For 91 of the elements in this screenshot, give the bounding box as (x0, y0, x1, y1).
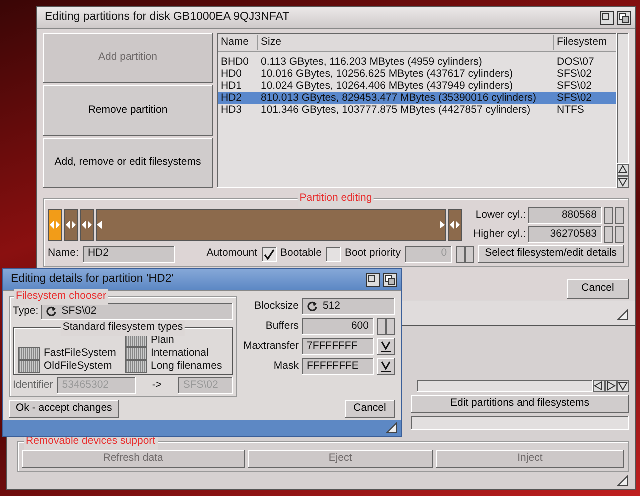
group-title: Filesystem chooser (14, 289, 108, 305)
filesystem-type-option[interactable]: Long filenames (125, 360, 228, 373)
column-header[interactable]: Size (258, 34, 554, 50)
checkbox-label: Bootable (280, 246, 322, 262)
partition-row[interactable]: HD3 101.346 GBytes, 103777.875 MBytes (4427857 cylinders) NTFS (218, 104, 616, 116)
name-field[interactable]: HD2 (82, 246, 175, 262)
partition-segment[interactable] (448, 209, 462, 241)
option-icon (125, 360, 147, 373)
chevron-icon (381, 361, 391, 372)
scroll-right-icon[interactable] (605, 380, 617, 392)
vertical-scrollbar[interactable] (617, 33, 629, 164)
increment-button[interactable] (465, 246, 474, 262)
depth-gadget-icon[interactable] (383, 272, 397, 286)
checkbox[interactable] (326, 246, 341, 262)
scroll-left-icon[interactable] (593, 380, 605, 392)
mask-field[interactable]: FFFFFFFE (302, 358, 374, 375)
partition-segment[interactable] (80, 209, 94, 241)
partition-row[interactable]: HD2 810.013 GBytes, 829453.477 MBytes (35390016 cylinders) SFS\02 (218, 92, 616, 104)
handle-icon (450, 221, 460, 229)
group-title: Standard filesystem types (60, 320, 186, 336)
partition-row[interactable]: HD0 10.016 GBytes, 10256.625 MBytes (437617 cylinders) SFS\02 (218, 68, 616, 80)
field-label: Identifier (13, 378, 54, 393)
field-label: Maxtransfer (243, 338, 299, 354)
check-icon (264, 248, 274, 260)
maxtransfer-field[interactable]: 7FFFFFFF (302, 338, 374, 355)
increment-button[interactable] (386, 318, 395, 335)
decrement-button[interactable] (604, 226, 613, 243)
partition-action-button[interactable]: Add, remove or edit filesystems (43, 138, 213, 188)
field-label: Type: (13, 304, 39, 319)
field-label: Lower cyl.: (474, 208, 526, 223)
column-header[interactable]: Filesystem (554, 34, 616, 50)
field-label: Buffers (264, 318, 299, 334)
dialog-title: Editing details for partition 'HD2' (11, 272, 175, 287)
select-filesystem-button[interactable]: Select filesystem/edit details (478, 245, 624, 263)
window-title: Editing partitions for disk GB1000EA 9QJ3NFAT (45, 10, 291, 25)
filesystem-type-option[interactable]: OldFileSystem (18, 360, 121, 373)
decrement-button[interactable] (604, 207, 613, 224)
partition-bar[interactable] (48, 209, 462, 241)
field-label: Mask (272, 358, 299, 374)
depth-gadget-icon[interactable] (617, 10, 631, 24)
partition-segment[interactable] (64, 209, 78, 241)
popup-button[interactable] (377, 358, 395, 375)
filesystem-type-cycle[interactable]: SFS\02 (40, 303, 233, 320)
option-icon (125, 347, 147, 360)
partition-row[interactable]: HD1 10.024 GBytes, 10264.406 MBytes (437949 cylinders) SFS\02 (218, 80, 616, 92)
cycle-icon (46, 306, 57, 317)
handle-icon (66, 221, 76, 229)
increment-button[interactable] (615, 226, 624, 243)
scroll-down-icon[interactable] (617, 380, 629, 392)
field-label: Name: (48, 246, 79, 262)
arrow-text: -> (151, 378, 163, 393)
checkbox-label: Automount (206, 246, 258, 262)
option-icon (18, 360, 40, 373)
checkbox[interactable] (262, 246, 276, 262)
resize-gadget-icon[interactable] (617, 475, 629, 487)
column-header[interactable]: Name (218, 34, 258, 50)
left-handle-icon (97, 221, 103, 229)
blocksize-cycle[interactable]: 512 (302, 298, 395, 315)
resize-gadget-icon[interactable] (386, 422, 398, 434)
zoom-gadget-icon[interactable] (600, 10, 614, 24)
buffers-field[interactable]: 600 (302, 318, 374, 335)
increment-button[interactable] (615, 207, 624, 224)
partition-segment[interactable] (48, 209, 62, 241)
scroll-down-icon[interactable] (617, 176, 629, 188)
cancel-button[interactable]: Cancel (567, 279, 629, 299)
handle-icon (82, 221, 92, 229)
resize-gadget-icon[interactable] (617, 309, 629, 321)
field-label: Higher cyl.: (472, 226, 526, 242)
horizontal-scrollbar[interactable] (417, 380, 593, 392)
popup-button[interactable] (377, 338, 395, 355)
handle-icon (50, 221, 60, 229)
decrement-button[interactable] (456, 246, 466, 262)
filesystem-type-option[interactable]: International (125, 347, 228, 360)
field-label: Blocksize (254, 298, 299, 314)
filesystem-type-option[interactable]: Plain (125, 334, 228, 347)
scroll-up-icon[interactable] (617, 164, 629, 176)
chevron-icon (381, 341, 391, 352)
cylinder-field[interactable]: 880568 (528, 207, 602, 224)
cycle-icon (307, 301, 318, 312)
decrement-button[interactable] (377, 318, 386, 335)
partition-row[interactable]: BHD0 0.113 GBytes, 116.203 MBytes (4959 cylinders) DOS\07 (218, 56, 616, 68)
field-label: Boot priority (344, 246, 401, 262)
option-icon (18, 347, 40, 360)
cancel-button[interactable]: Cancel (345, 400, 395, 418)
ok-button[interactable]: Ok - accept changes (9, 400, 120, 418)
filesystem-type-option[interactable]: FastFileSystem (18, 347, 121, 360)
cylinder-field[interactable]: 36270583 (528, 226, 602, 243)
partition-action-button[interactable]: Remove partition (43, 85, 213, 136)
right-handle-icon (439, 221, 445, 229)
edit-partitions-button[interactable]: Edit partitions and filesystems (411, 395, 629, 413)
zoom-gadget-icon[interactable] (366, 272, 380, 286)
